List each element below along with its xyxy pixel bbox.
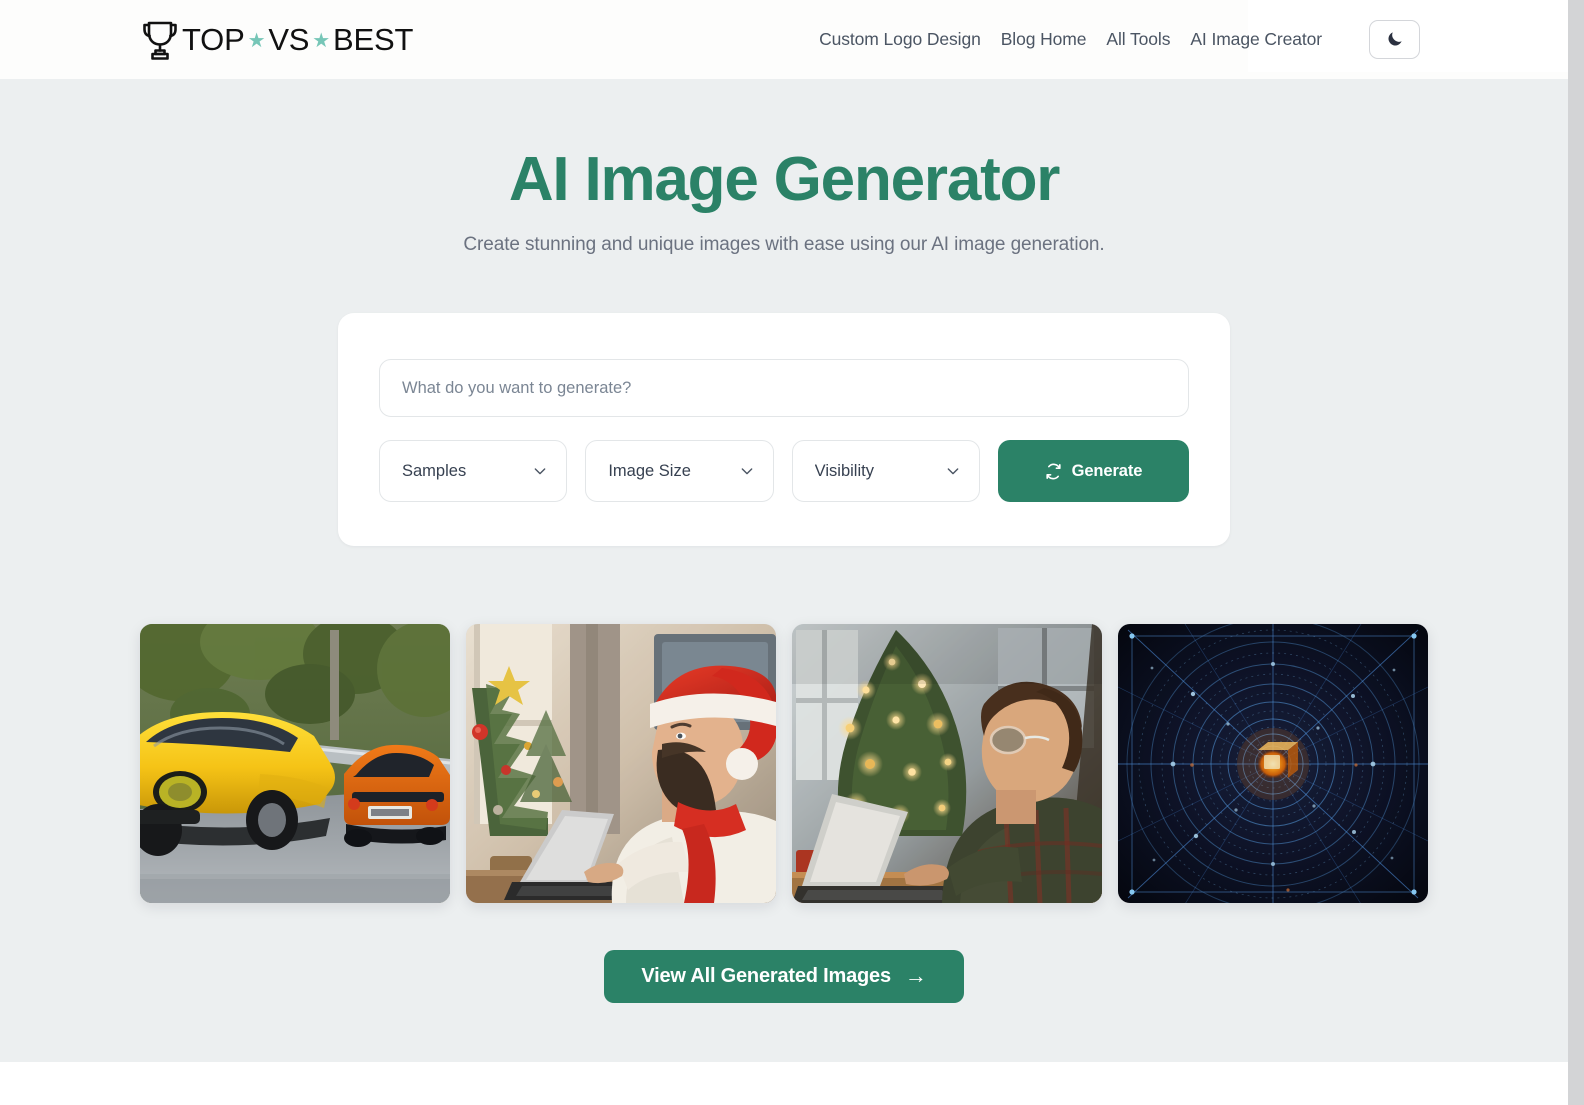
- prompt-input[interactable]: [379, 359, 1189, 418]
- page-title: AI Image Generator: [508, 145, 1061, 214]
- nav-link-all-tools[interactable]: All Tools: [1096, 29, 1180, 50]
- footer-strip: [0, 1062, 1568, 1105]
- generate-button[interactable]: Generate: [997, 440, 1189, 503]
- view-all-button-label: View All Generated Images: [641, 965, 891, 988]
- brand-word-vs: VS: [268, 21, 310, 57]
- samples-select[interactable]: Samples: [379, 440, 568, 503]
- generated-images-gallery: [0, 624, 1568, 904]
- moon-icon: [1385, 30, 1404, 49]
- star-icon-1: ★: [247, 29, 266, 52]
- image-size-select-wrap: Image Size: [585, 440, 774, 503]
- page-subtitle: Create stunning and unique images with e…: [463, 234, 1105, 256]
- nav-link-custom-logo-design[interactable]: Custom Logo Design: [809, 29, 991, 50]
- site-header: TOP ★ VS ★ BEST Custom Logo Design Blog …: [0, 0, 1568, 79]
- visibility-select-wrap: Visibility: [791, 440, 980, 503]
- sync-refresh-icon: [1045, 463, 1062, 480]
- star-icon-2: ★: [312, 29, 331, 52]
- page-scrollbar[interactable]: [1568, 0, 1584, 1105]
- generated-image-christmas-tree-laptop[interactable]: [792, 624, 1102, 904]
- brand-wordmark: TOP ★ VS ★ BEST: [182, 22, 413, 58]
- generator-card: Samples Image Size: [338, 313, 1230, 547]
- nav-link-ai-image-creator[interactable]: AI Image Creator: [1180, 29, 1332, 50]
- samples-select-wrap: Samples: [379, 440, 568, 503]
- view-all-wrap: View All Generated Images →: [0, 950, 1568, 1004]
- main-navigation: Custom Logo Design Blog Home All Tools A…: [809, 20, 1568, 59]
- brand-logo[interactable]: TOP ★ VS ★ BEST: [139, 19, 413, 61]
- page-root: TOP ★ VS ★ BEST Custom Logo Design Blog …: [0, 0, 1568, 1105]
- brand-word-top: TOP: [182, 21, 245, 57]
- image-size-select[interactable]: Image Size: [585, 440, 774, 503]
- hero-section: AI Image Generator Create stunning and u…: [0, 79, 1568, 1062]
- visibility-select[interactable]: Visibility: [791, 440, 980, 503]
- brand-word-best: BEST: [333, 21, 414, 57]
- generated-image-muscle-cars[interactable]: [140, 624, 450, 904]
- view-all-generated-images-button[interactable]: View All Generated Images →: [604, 950, 964, 1004]
- page-scrollbar-thumb[interactable]: [1568, 0, 1584, 1105]
- generated-image-digital-web-tunnel[interactable]: [1118, 624, 1428, 904]
- nav-link-blog-home[interactable]: Blog Home: [991, 29, 1097, 50]
- dark-mode-toggle-button[interactable]: [1369, 20, 1420, 59]
- arrow-right-icon: →: [904, 962, 927, 988]
- generate-button-label: Generate: [1071, 461, 1143, 480]
- trophy-icon: [139, 17, 181, 61]
- generated-image-santa-hat-laptop[interactable]: [466, 624, 776, 904]
- generator-controls: Samples Image Size Visibility Generate: [379, 440, 1189, 503]
